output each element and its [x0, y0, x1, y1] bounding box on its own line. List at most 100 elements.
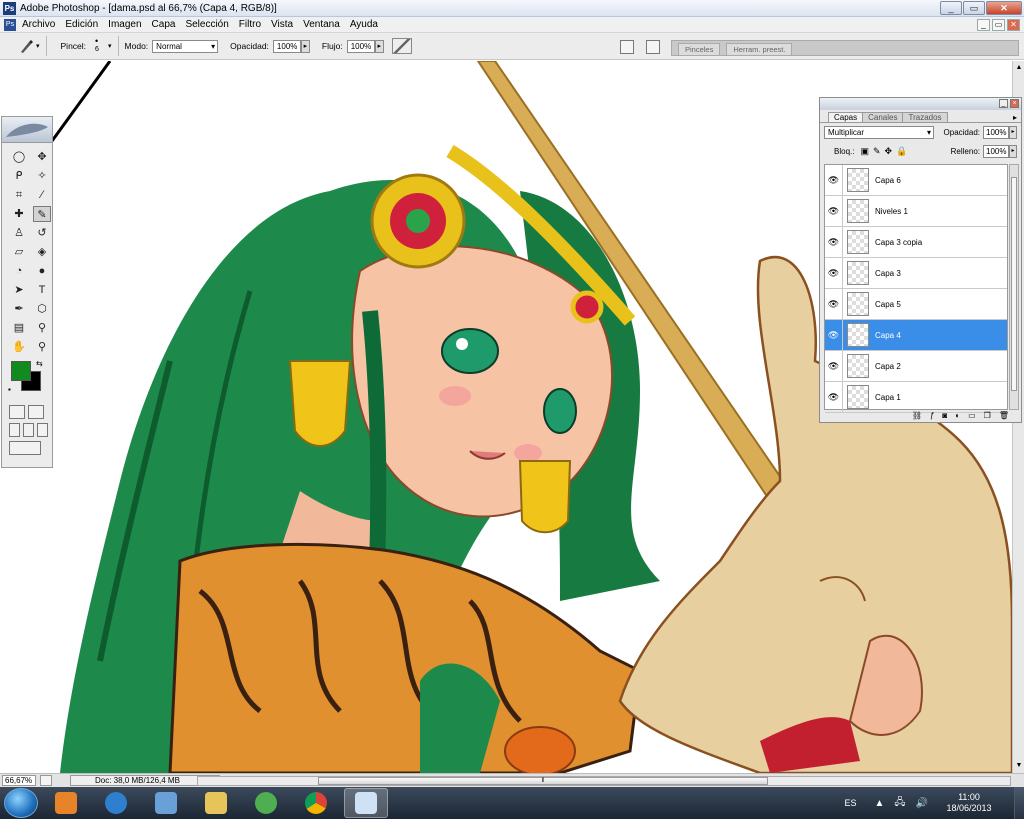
swap-colors-icon[interactable]: ⇆: [36, 359, 43, 368]
layer-row[interactable]: 👁 Capa 3: [825, 258, 1007, 289]
lasso-icon[interactable]: ᑭ: [10, 168, 28, 184]
horizontal-scroll-thumb[interactable]: ⦀: [318, 777, 768, 785]
type-icon[interactable]: T: [33, 282, 51, 298]
screen-mode-full-button[interactable]: [37, 423, 48, 437]
menu-ventana[interactable]: Ventana: [303, 19, 340, 30]
zoom-field[interactable]: 66,67%: [2, 775, 36, 786]
doc-restore-button[interactable]: ▭: [992, 19, 1005, 31]
brush-picker-arrow-icon[interactable]: ▾: [108, 42, 112, 50]
layer-row[interactable]: 👁 Capa 2: [825, 351, 1007, 382]
add-mask-icon[interactable]: ◙: [942, 411, 947, 420]
brush-preset-icon[interactable]: [18, 38, 34, 54]
healing-brush-icon[interactable]: ✚: [10, 206, 28, 222]
lock-position-icon[interactable]: ✥: [885, 146, 893, 157]
layer-row[interactable]: 👁 Capa 6: [825, 165, 1007, 196]
layers-scroll-thumb[interactable]: [1011, 177, 1017, 391]
layer-row[interactable]: 👁 Capa 3 copia: [825, 227, 1007, 258]
eyedropper-icon[interactable]: ⚲: [33, 320, 51, 336]
slice-icon[interactable]: ⁄: [33, 187, 51, 203]
quick-mask-button[interactable]: [28, 405, 44, 419]
mode-select[interactable]: Normal: [152, 39, 219, 53]
dodge-icon[interactable]: ●: [33, 263, 51, 279]
taskbar-paint[interactable]: [144, 788, 188, 818]
document-menu-icon[interactable]: Ps: [4, 18, 16, 31]
path-select-icon[interactable]: ➤: [10, 282, 28, 298]
crop-icon[interactable]: ⌗: [10, 187, 28, 203]
visibility-eye-icon[interactable]: 👁: [825, 165, 843, 195]
screen-mode-full-menu-button[interactable]: [23, 423, 34, 437]
visibility-eye-icon[interactable]: 👁: [825, 227, 843, 257]
tab-canales[interactable]: Canales: [862, 112, 904, 122]
menu-archivo[interactable]: Archivo: [22, 19, 55, 30]
file-browser-icon[interactable]: [646, 40, 660, 54]
move-icon[interactable]: ✥: [33, 149, 51, 165]
panel-close-button[interactable]: ×: [1010, 99, 1019, 108]
clock[interactable]: 11:00 18/06/2013: [938, 792, 1000, 814]
well-tab-tool-presets[interactable]: Herram. preest.: [726, 43, 793, 55]
history-brush-icon[interactable]: ↺: [33, 225, 51, 241]
doc-close-button[interactable]: ✕: [1007, 19, 1020, 31]
opacity-slider-button[interactable]: ▸: [300, 39, 310, 53]
tool-preset-arrow-icon[interactable]: ▾: [36, 42, 40, 50]
scroll-down-icon[interactable]: ▼: [1014, 761, 1024, 771]
default-colors-icon[interactable]: ▪: [8, 385, 11, 394]
layer-row[interactable]: 👁 Capa 4: [825, 320, 1007, 351]
layers-panel-titlebar[interactable]: _ ×: [820, 98, 1021, 110]
well-tab-brushes[interactable]: Pinceles: [678, 43, 721, 55]
foreground-color-swatch[interactable]: [11, 361, 31, 381]
link-layers-icon[interactable]: ⛓: [912, 411, 922, 420]
imageready-button[interactable]: [9, 441, 41, 455]
panel-minimize-button[interactable]: _: [999, 99, 1008, 108]
layers-scrollbar[interactable]: [1009, 164, 1019, 410]
menu-imagen[interactable]: Imagen: [108, 19, 141, 30]
menu-capa[interactable]: Capa: [152, 19, 176, 30]
flow-field[interactable]: 100%: [346, 39, 375, 53]
brush-icon[interactable]: ✎: [33, 206, 51, 222]
show-desktop-button[interactable]: [1014, 787, 1024, 819]
volume-icon[interactable]: 🔊: [916, 798, 928, 809]
fill-slider-button[interactable]: ▸: [1009, 145, 1017, 158]
menu-edicion[interactable]: Edición: [65, 19, 98, 30]
eraser-icon[interactable]: ▱: [10, 244, 28, 260]
visibility-eye-icon[interactable]: 👁: [825, 196, 843, 226]
screen-mode-standard-button[interactable]: [9, 423, 20, 437]
close-button[interactable]: ✕: [986, 1, 1022, 15]
tab-capas[interactable]: Capas: [828, 112, 864, 122]
panel-menu-icon[interactable]: ▸: [1013, 113, 1017, 122]
standard-mode-button[interactable]: [9, 405, 25, 419]
menu-vista[interactable]: Vista: [271, 19, 293, 30]
new-group-icon[interactable]: ▭: [968, 411, 976, 420]
layer-style-icon[interactable]: ƒ: [930, 411, 934, 420]
zoom-options-icon[interactable]: [40, 775, 52, 786]
menu-seleccion[interactable]: Selección: [185, 19, 228, 30]
marquee-icon[interactable]: ◯: [10, 149, 28, 165]
network-icon[interactable]: 🖧: [894, 795, 905, 812]
doc-minimize-button[interactable]: _: [977, 19, 990, 31]
magic-wand-icon[interactable]: ✧: [33, 168, 51, 184]
airbrush-toggle-icon[interactable]: [391, 38, 412, 54]
menu-filtro[interactable]: Filtro: [239, 19, 261, 30]
layer-row[interactable]: 👁 Niveles 1: [825, 196, 1007, 227]
tab-trazados[interactable]: Trazados: [902, 112, 948, 122]
palette-menu-icon[interactable]: [620, 40, 634, 54]
taskbar-chrome[interactable]: [294, 788, 338, 818]
fill-field[interactable]: 100%: [983, 145, 1009, 158]
visibility-eye-icon[interactable]: 👁: [825, 320, 843, 350]
adjustment-layer-icon[interactable]: ◐: [955, 411, 960, 420]
lock-all-icon[interactable]: 🔒: [896, 146, 907, 157]
brush-picker[interactable]: • 6: [90, 35, 108, 57]
delete-layer-icon[interactable]: 🗑: [999, 411, 1009, 420]
clone-stamp-icon[interactable]: ♙: [10, 225, 28, 241]
new-layer-icon[interactable]: ❐: [984, 411, 991, 420]
layer-opacity-slider-button[interactable]: ▸: [1009, 126, 1017, 139]
menu-ayuda[interactable]: Ayuda: [350, 19, 378, 30]
blur-icon[interactable]: ◔: [10, 263, 28, 279]
taskbar-messenger[interactable]: [244, 788, 288, 818]
hand-icon[interactable]: ✋: [10, 339, 28, 355]
flow-slider-button[interactable]: ▸: [374, 39, 384, 53]
taskbar-photoshop[interactable]: [344, 788, 388, 818]
show-hidden-icons-icon[interactable]: ▲: [874, 798, 884, 809]
lock-pixels-icon[interactable]: ✎: [873, 146, 881, 157]
visibility-eye-icon[interactable]: 👁: [825, 289, 843, 319]
minimize-button[interactable]: _: [940, 1, 962, 15]
